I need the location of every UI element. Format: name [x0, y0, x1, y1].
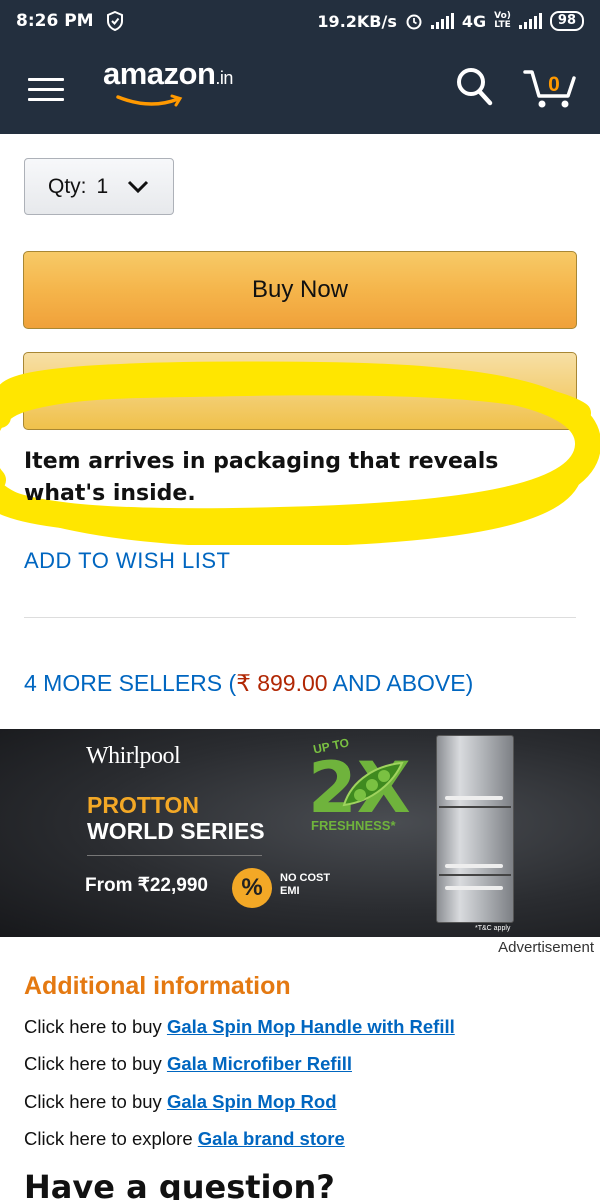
whirlpool-ad-banner[interactable]: Whirlpool PROTTON WORLD SERIES From ₹22,…: [0, 729, 600, 937]
chevron-down-icon: [128, 180, 149, 193]
list-item: Click here to buy Gala Spin Mop Rod: [24, 1091, 337, 1113]
cart-count: 0: [548, 73, 560, 96]
list-item: Click here to explore Gala brand store: [24, 1128, 345, 1150]
list-item: Click here to buy Gala Spin Mop Handle w…: [24, 1016, 455, 1038]
percent-icon: %: [232, 868, 272, 908]
list-item: Click here to buy Gala Microfiber Refill: [24, 1053, 352, 1075]
logo-text: amazon: [103, 56, 216, 91]
clock: 8:26 PM: [16, 11, 94, 31]
additional-info-heading: Additional information: [24, 972, 291, 1000]
volte-indicator: Vo) LTE: [494, 12, 511, 30]
buy-now-button[interactable]: Buy Now: [23, 251, 577, 329]
row-prefix: Click here to explore: [24, 1128, 198, 1149]
add-to-cart-button[interactable]: [23, 352, 577, 430]
volte-bottom: LTE: [494, 20, 511, 30]
signal-icon-2: [518, 13, 542, 29]
quantity-dropdown[interactable]: Qty: 1: [24, 158, 174, 215]
row-prefix: Click here to buy: [24, 1016, 167, 1037]
brand-store-link[interactable]: Gala brand store: [198, 1128, 345, 1149]
add-to-wishlist-link[interactable]: ADD TO WISH LIST: [24, 548, 230, 574]
shield-icon: [106, 11, 123, 31]
ad-line1: PROTTON: [87, 792, 200, 818]
status-bar: 8:26 PM 19.2KB/s 4G Vo) LTE 98: [0, 0, 600, 42]
alarm-icon: [406, 14, 422, 30]
row-prefix: Click here to buy: [24, 1053, 167, 1074]
ad-line2: WORLD SERIES: [87, 818, 265, 844]
question-heading: Have a question?: [24, 1168, 335, 1200]
sellers-suffix: AND ABOVE): [327, 670, 474, 696]
signal-icon: [430, 13, 454, 29]
network-speed: 19.2KB/s: [317, 11, 397, 31]
advertisement-label: Advertisement: [498, 939, 594, 956]
buy-now-label: Buy Now: [251, 276, 349, 303]
quantity-label: Qty:: [48, 174, 87, 198]
packaging-note: Item arrives in packaging that reveals w…: [24, 449, 499, 506]
logo-suffix: .in: [215, 68, 233, 88]
row-prefix: Click here to buy: [24, 1091, 167, 1112]
more-sellers-link[interactable]: 4 MORE SELLERS (₹ 899.00 AND ABOVE): [24, 670, 473, 697]
ad-terms: *T&C apply: [475, 925, 511, 932]
logo-smile-icon: [116, 94, 183, 107]
ad-freshness: FRESHNESS*: [311, 818, 396, 833]
ad-brand: Whirlpool: [86, 743, 181, 769]
pea-pod-icon: [342, 761, 404, 807]
sellers-price: ₹ 899.00: [236, 670, 328, 696]
network-type: 4G: [461, 11, 487, 31]
refrigerator-image: [436, 735, 514, 923]
search-icon[interactable]: [455, 66, 495, 108]
sellers-prefix: 4 MORE SELLERS (: [24, 670, 237, 696]
ad-divider: [87, 855, 262, 856]
quantity-value: 1: [96, 174, 109, 198]
divider: [24, 617, 576, 618]
amazon-logo[interactable]: amazon.in: [103, 56, 233, 92]
cart-icon[interactable]: 0: [522, 64, 578, 110]
ad-emi: NO COST EMI: [280, 872, 331, 897]
product-link[interactable]: Gala Spin Mop Rod: [167, 1091, 337, 1112]
menu-icon[interactable]: [28, 78, 64, 102]
battery-level: 98: [549, 11, 584, 31]
ad-price: From ₹22,990: [85, 875, 208, 896]
product-link[interactable]: Gala Spin Mop Handle with Refill: [167, 1016, 455, 1037]
product-link[interactable]: Gala Microfiber Refill: [167, 1053, 352, 1074]
app-header: amazon.in 0: [0, 42, 600, 134]
